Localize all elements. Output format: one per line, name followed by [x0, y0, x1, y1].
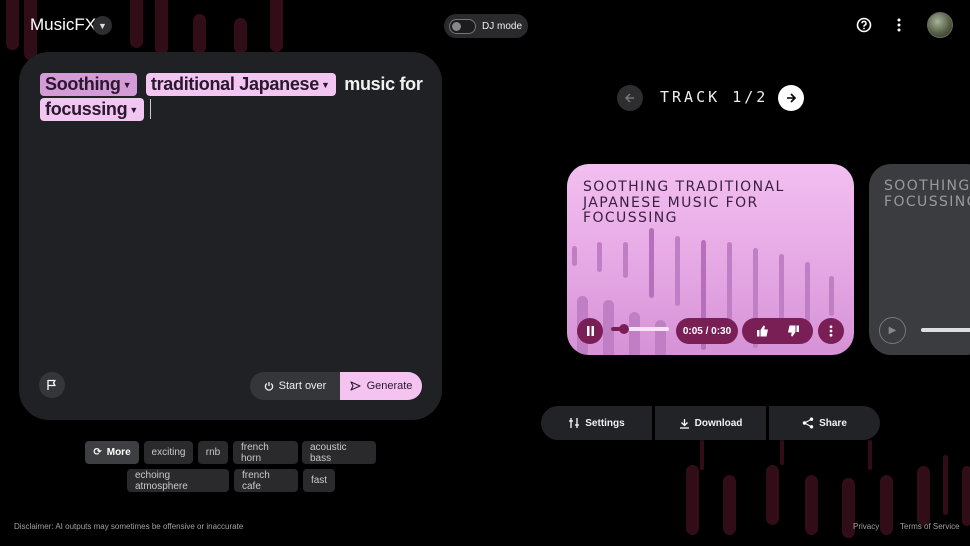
dj-mode-label: DJ mode	[482, 21, 522, 32]
report-button[interactable]	[39, 372, 65, 398]
suggestion-chip[interactable]: echoing atmosphere	[127, 469, 229, 492]
generate-button[interactable]: Generate	[340, 372, 422, 400]
start-over-label: Start over	[279, 380, 327, 392]
track-label: TRACK	[660, 88, 720, 106]
rating-group	[742, 318, 813, 344]
pause-button[interactable]	[577, 318, 603, 344]
help-button[interactable]	[854, 15, 874, 35]
previous-track-button[interactable]	[617, 85, 643, 111]
avatar[interactable]	[927, 12, 953, 38]
toggle-switch[interactable]	[449, 19, 476, 34]
prompt-chip-purpose[interactable]: focussing▼	[40, 98, 144, 121]
track-index: 1/2	[732, 88, 768, 106]
more-label: More	[107, 447, 131, 458]
thumb-up-icon[interactable]	[756, 325, 769, 337]
play-button[interactable]: ▶	[879, 317, 906, 344]
share-label: Share	[819, 418, 847, 429]
suggestion-chip[interactable]: fast	[303, 469, 335, 492]
track-time: 0:05 / 0:30	[676, 318, 738, 344]
privacy-link[interactable]: Privacy	[853, 522, 879, 531]
arrow-right-icon	[785, 92, 797, 104]
prompt-chip-genre[interactable]: traditional Japanese▼	[146, 73, 336, 96]
progress-handle[interactable]	[619, 324, 629, 334]
help-icon	[856, 17, 872, 33]
play-icon: ▶	[889, 325, 897, 336]
prompt-text: music for	[344, 74, 422, 94]
chip-label: focussing	[45, 99, 127, 119]
prompt-editor[interactable]: Soothing▼ traditional Japanese▼ music fo…	[40, 72, 430, 121]
track-more-button[interactable]	[818, 318, 844, 344]
start-over-button[interactable]: Start over	[250, 372, 340, 400]
dj-mode-toggle[interactable]: DJ mode	[444, 14, 528, 38]
prompt-actions: Start over Generate	[250, 372, 422, 400]
suggestion-chip[interactable]: rnb	[198, 441, 228, 464]
more-vert-icon	[829, 325, 833, 337]
settings-button[interactable]: Settings	[541, 406, 652, 440]
more-options-button[interactable]	[889, 15, 909, 35]
track-title: SOOTHING TRADITIONAL JAPANESE MUSIC FOR …	[583, 180, 823, 227]
prompt-panel: Soothing▼ traditional Japanese▼ music fo…	[19, 52, 442, 420]
chip-label: traditional Japanese	[151, 74, 319, 94]
settings-label: Settings	[585, 418, 624, 429]
download-button[interactable]: Download	[655, 406, 766, 440]
more-vert-icon	[897, 18, 901, 32]
prompt-chip-mood[interactable]: Soothing▼	[40, 73, 137, 96]
text-cursor	[150, 99, 151, 119]
track-title: SOOTHING JAPANESE FOCUSSING	[884, 179, 970, 210]
tune-icon	[568, 417, 580, 429]
chevron-down-icon: ▼	[98, 21, 107, 31]
flag-icon	[46, 379, 58, 391]
next-track-button[interactable]	[778, 85, 804, 111]
chip-label: Soothing	[45, 74, 121, 94]
toggle-knob	[452, 22, 461, 31]
suggestion-chip[interactable]: exciting	[144, 441, 193, 464]
download-icon	[679, 418, 690, 429]
refresh-icon: ⟳	[93, 447, 101, 458]
suggestion-chip[interactable]: french cafe	[234, 469, 298, 492]
chevron-down-icon: ▼	[123, 80, 132, 90]
arrow-left-icon	[624, 92, 636, 104]
progress-track[interactable]	[921, 328, 970, 332]
power-icon	[264, 381, 274, 391]
track-counter: TRACK 1/2	[660, 88, 768, 106]
share-button[interactable]: Share	[769, 406, 880, 440]
thumb-down-icon[interactable]	[787, 325, 800, 337]
share-icon	[802, 417, 814, 429]
pause-icon	[586, 326, 595, 336]
terms-link[interactable]: Terms of Service	[900, 522, 960, 531]
download-label: Download	[695, 418, 743, 429]
suggestion-chip[interactable]: acoustic bass	[302, 441, 376, 464]
track-card-next[interactable]: SOOTHING JAPANESE FOCUSSING ▶	[869, 164, 970, 355]
app-logo[interactable]: MusicFX	[30, 15, 96, 35]
app-menu-button[interactable]: ▼	[93, 16, 112, 35]
more-suggestions-button[interactable]: ⟳ More	[85, 441, 139, 464]
sparkle-send-icon	[350, 381, 361, 391]
chevron-down-icon: ▼	[321, 80, 330, 90]
disclaimer-text: Disclaimer: AI outputs may sometimes be …	[14, 522, 243, 531]
suggestion-chip[interactable]: french horn	[233, 441, 298, 464]
chevron-down-icon: ▼	[129, 105, 138, 115]
generate-label: Generate	[367, 380, 413, 392]
